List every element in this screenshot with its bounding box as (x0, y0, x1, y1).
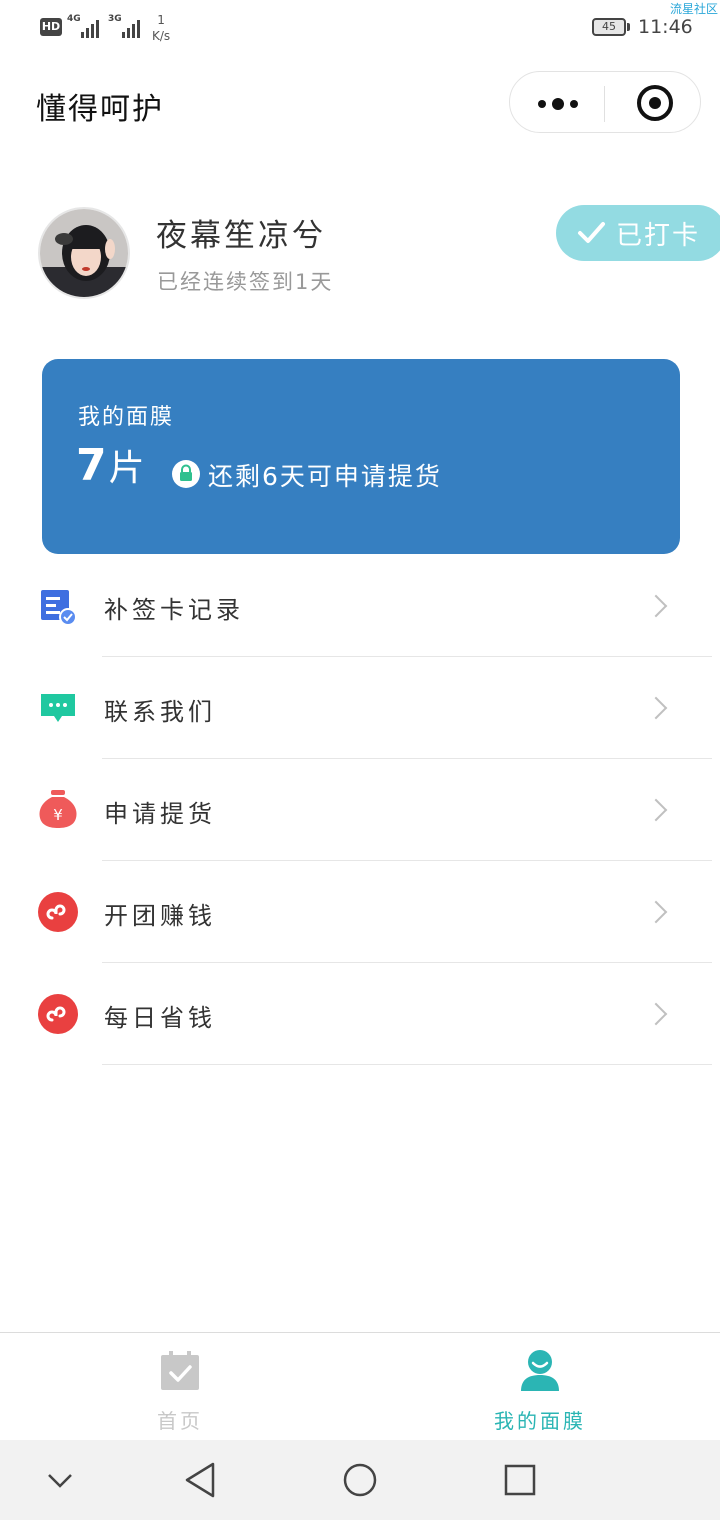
checkin-button[interactable]: 已打卡 (556, 205, 720, 261)
mini-program-icon (38, 994, 78, 1034)
battery-tip (627, 23, 630, 31)
recents-square-icon[interactable] (504, 1464, 536, 1500)
user-icon (520, 1349, 560, 1395)
menu-label: 申请提货 (104, 800, 216, 828)
menu-item-apply-pickup[interactable]: ¥ 申请提货 (0, 758, 720, 860)
signal-bars-icon (81, 18, 99, 38)
menu-item-makeup-card-records[interactable]: 补签卡记录 (0, 554, 720, 656)
menu-item-daily-savings[interactable]: 每日省钱 (0, 962, 720, 1064)
chevron-right-icon (644, 798, 668, 822)
signal-bars-icon (122, 18, 140, 38)
capsule-divider (604, 86, 605, 122)
username: 夜幕笙凉兮 (156, 218, 326, 254)
money-bag-icon: ¥ (38, 788, 78, 828)
page-title: 懂得呵护 (36, 92, 164, 127)
menu-item-group-earn[interactable]: 开团赚钱 (0, 860, 720, 962)
tab-bar: 首页 我的面膜 (0, 1332, 720, 1441)
menu-item-contact-us[interactable]: 联系我们 (0, 656, 720, 758)
mini-program-icon (38, 892, 78, 932)
menu-label: 联系我们 (104, 698, 216, 726)
avatar-image (40, 209, 128, 297)
menu-label: 每日省钱 (104, 1004, 216, 1032)
network-speed: 1 K/s (152, 12, 170, 44)
lock-icon (172, 460, 200, 488)
mask-count-value: 7 (76, 440, 107, 491)
back-triangle-icon[interactable] (184, 1462, 216, 1502)
checkin-streak: 已经连续签到1天 (157, 270, 334, 294)
chevron-right-icon (644, 1002, 668, 1026)
pickup-note: 还剩6天可申请提货 (208, 462, 442, 491)
target-circle-icon[interactable] (637, 85, 673, 121)
chat-bubble-icon (38, 688, 78, 728)
menu-label: 补签卡记录 (104, 596, 244, 624)
more-dots-icon[interactable] (538, 98, 578, 110)
speed-unit: K/s (152, 29, 171, 43)
mask-count: 7片 (76, 439, 145, 491)
mask-count-unit: 片 (108, 448, 145, 489)
status-bar: HD 4G 3G 1 K/s 流星社区 45 11:46 (0, 0, 720, 56)
home-circle-icon[interactable] (342, 1462, 378, 1502)
network-type-label: 3G (108, 14, 122, 24)
speed-value: 1 (157, 13, 165, 27)
tab-home[interactable]: 首页 (0, 1333, 360, 1441)
hd-badge: HD (40, 18, 62, 36)
battery-icon: 45 (592, 18, 626, 36)
card-label: 我的面膜 (78, 405, 175, 430)
watermark: 流星社区 (669, 2, 718, 16)
tab-label: 我的面膜 (494, 1409, 586, 1433)
divider (102, 1064, 712, 1065)
chevron-right-icon (644, 696, 668, 720)
chevron-right-icon (644, 900, 668, 924)
clock: 11:46 (638, 16, 693, 38)
tab-label: 首页 (157, 1409, 203, 1433)
menu-label: 开团赚钱 (104, 902, 216, 930)
document-check-icon (38, 586, 78, 626)
tab-my-masks[interactable]: 我的面膜 (360, 1333, 720, 1441)
svg-text:¥: ¥ (53, 806, 63, 824)
calendar-check-icon (160, 1349, 200, 1395)
system-nav-bar (0, 1440, 720, 1520)
network-type-label: 4G (67, 14, 81, 24)
check-icon (578, 222, 605, 243)
mask-card[interactable]: 我的面膜 7片 还剩6天可申请提货 (42, 359, 680, 554)
checkin-label: 已打卡 (616, 220, 701, 251)
chevron-right-icon (644, 594, 668, 618)
avatar[interactable] (38, 207, 130, 299)
chevron-down-icon[interactable] (46, 1466, 74, 1498)
